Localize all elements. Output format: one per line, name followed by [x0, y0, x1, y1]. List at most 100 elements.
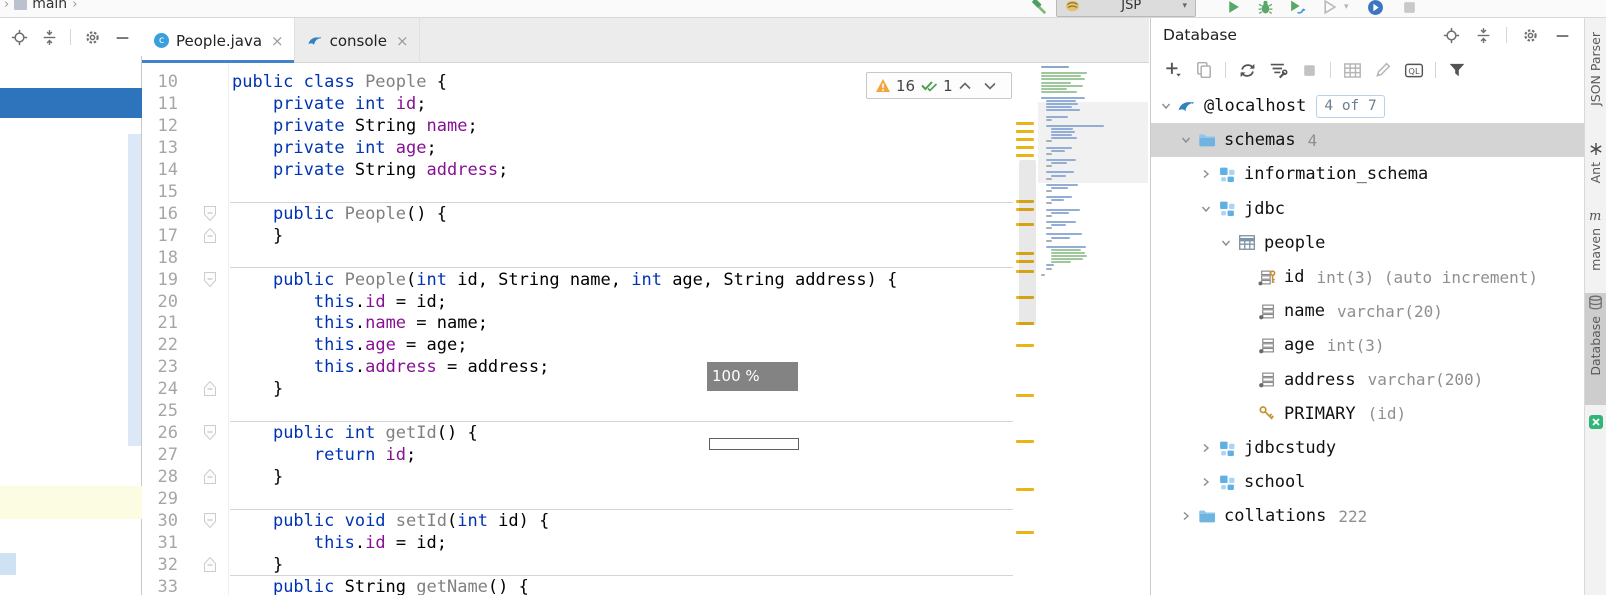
code-token: address — [427, 160, 499, 180]
warning-icon — [875, 78, 891, 93]
line-number: 19 — [142, 269, 178, 291]
tree-row-people[interactable]: people — [1151, 226, 1585, 260]
code-token: id — [365, 292, 385, 312]
project-highlighted-item[interactable] — [0, 486, 142, 519]
datasource-properties-icon[interactable] — [1268, 60, 1288, 80]
close-icon[interactable]: × — [396, 32, 409, 50]
warning-stripe-mark[interactable] — [1016, 531, 1034, 534]
chevron-down-icon[interactable] — [1179, 133, 1193, 147]
warning-stripe-mark[interactable] — [1016, 130, 1034, 133]
stripe-item-label: Ant — [1588, 162, 1603, 183]
fold-marker-up[interactable] — [203, 468, 217, 485]
tree-row-name[interactable]: namevarchar(20) — [1151, 294, 1585, 328]
tree-row-jdbc[interactable]: jdbc — [1151, 192, 1585, 226]
locate-icon[interactable] — [10, 28, 28, 46]
hide-panel-icon[interactable] — [1553, 26, 1571, 44]
close-icon[interactable]: × — [271, 32, 284, 50]
fold-marker-up[interactable] — [203, 380, 217, 397]
chevron-down-icon[interactable] — [1199, 202, 1213, 216]
tree-row-address[interactable]: addressvarchar(200) — [1151, 363, 1585, 397]
project-scrollbar[interactable] — [128, 134, 141, 446]
fold-marker-up[interactable] — [203, 227, 217, 244]
profiler-icon[interactable] — [1364, 0, 1386, 18]
chevron-right-icon[interactable] — [1199, 167, 1213, 181]
hide-panel-icon[interactable] — [113, 28, 131, 46]
chevron-down-icon[interactable]: ▾ — [1344, 2, 1349, 12]
gear-icon[interactable] — [83, 28, 101, 46]
debug-button[interactable] — [1254, 0, 1276, 18]
panel-title: Database — [1163, 26, 1237, 44]
line-number: 22 — [142, 334, 178, 356]
chevron-right-icon[interactable] — [1179, 509, 1193, 523]
chevron-right-icon[interactable] — [1199, 475, 1213, 489]
tree-row-school[interactable]: school — [1151, 465, 1585, 499]
minimap-line — [1046, 147, 1072, 149]
next-highlight-button[interactable] — [983, 81, 1003, 91]
fold-marker-up[interactable] — [203, 556, 217, 573]
editor-scrollbar-thumb[interactable] — [1019, 160, 1036, 325]
coverage-button[interactable] — [1318, 0, 1340, 18]
refresh-icon[interactable] — [1237, 60, 1257, 80]
warning-stripe-mark[interactable] — [1016, 154, 1034, 157]
tree-row-primary[interactable]: PRIMARY(id) — [1151, 397, 1585, 431]
previous-highlight-button[interactable] — [958, 81, 978, 91]
build-hammer-icon[interactable] — [1028, 0, 1050, 18]
breadcrumb-item-main[interactable]: main — [32, 0, 67, 12]
tree-row--localhost[interactable]: @localhost4 of 7 — [1151, 89, 1585, 123]
warning-stripe-mark[interactable] — [1016, 488, 1034, 491]
code-token: } — [232, 379, 283, 399]
column-type: varchar(20) — [1337, 302, 1443, 321]
collapse-all-icon[interactable] — [1474, 26, 1492, 44]
fold-marker-down[interactable] — [203, 271, 217, 288]
fold-marker-down[interactable] — [203, 424, 217, 441]
tree-row-information-schema[interactable]: information_schema — [1151, 157, 1585, 191]
query-console-icon[interactable]: QL — [1404, 60, 1424, 80]
minimap-line — [1046, 184, 1078, 186]
warning-stripe-mark[interactable] — [1016, 440, 1034, 443]
run-with-button[interactable] — [1286, 0, 1308, 18]
stripe-item-json-parser[interactable]: JSON Parser — [1585, 30, 1606, 138]
tree-row-id[interactable]: idint(3) (auto increment) — [1151, 260, 1585, 294]
minimap-line — [1041, 82, 1071, 84]
minimap-line — [1051, 255, 1087, 257]
stripe-item-maven[interactable]: mmaven — [1585, 206, 1606, 278]
tree-row-age[interactable]: ageint(3) — [1151, 328, 1585, 362]
collapse-all-icon[interactable] — [40, 28, 58, 46]
tab-people-java[interactable]: cPeople.java× — [142, 18, 295, 63]
code-editor[interactable]: 10public class People {11 private int id… — [142, 63, 1149, 595]
checks-passed-icon — [920, 78, 938, 93]
warning-stripe-mark[interactable] — [1016, 146, 1034, 149]
run-config-selector[interactable]: JSP ▾ — [1056, 0, 1196, 17]
tree-row-schemas[interactable]: schemas4 — [1151, 123, 1585, 157]
gear-icon[interactable] — [1521, 26, 1539, 44]
chevron-right-icon[interactable] — [1199, 441, 1213, 455]
svg-text:m: m — [1589, 209, 1601, 222]
stripe-item-database[interactable]: Database — [1585, 293, 1606, 405]
run-button[interactable] — [1222, 0, 1244, 18]
code-token: id — [365, 533, 385, 553]
fold-marker-down[interactable] — [203, 205, 217, 222]
stripe-item-ant[interactable]: Ant — [1585, 140, 1606, 198]
warning-stripe-mark[interactable] — [1016, 122, 1034, 125]
chevron-down-icon[interactable] — [1159, 99, 1173, 113]
filter-icon[interactable] — [1447, 60, 1467, 80]
code-token — [232, 445, 314, 465]
code-token: () { — [488, 577, 529, 595]
warning-stripe-mark[interactable] — [1016, 344, 1034, 347]
locate-icon[interactable] — [1442, 26, 1460, 44]
project-selected-item[interactable] — [0, 88, 142, 118]
add-icon[interactable] — [1163, 60, 1183, 80]
code-token — [232, 533, 314, 553]
tree-row-jdbcstudy[interactable]: jdbcstudy — [1151, 431, 1585, 465]
code-token: public — [273, 270, 345, 290]
code-token — [232, 292, 314, 312]
chevron-down-icon[interactable] — [1219, 236, 1233, 250]
tab-console[interactable]: console× — [295, 18, 420, 63]
column-icon — [1257, 371, 1276, 389]
stripe-item-green-plugin[interactable] — [1585, 412, 1606, 496]
code-line: 33 public String getName() { — [142, 576, 1148, 595]
tree-row-collations[interactable]: collations222 — [1151, 499, 1585, 533]
fold-marker-down[interactable] — [203, 512, 217, 529]
warning-stripe-mark[interactable] — [1016, 394, 1034, 397]
warning-stripe-mark[interactable] — [1016, 138, 1034, 141]
